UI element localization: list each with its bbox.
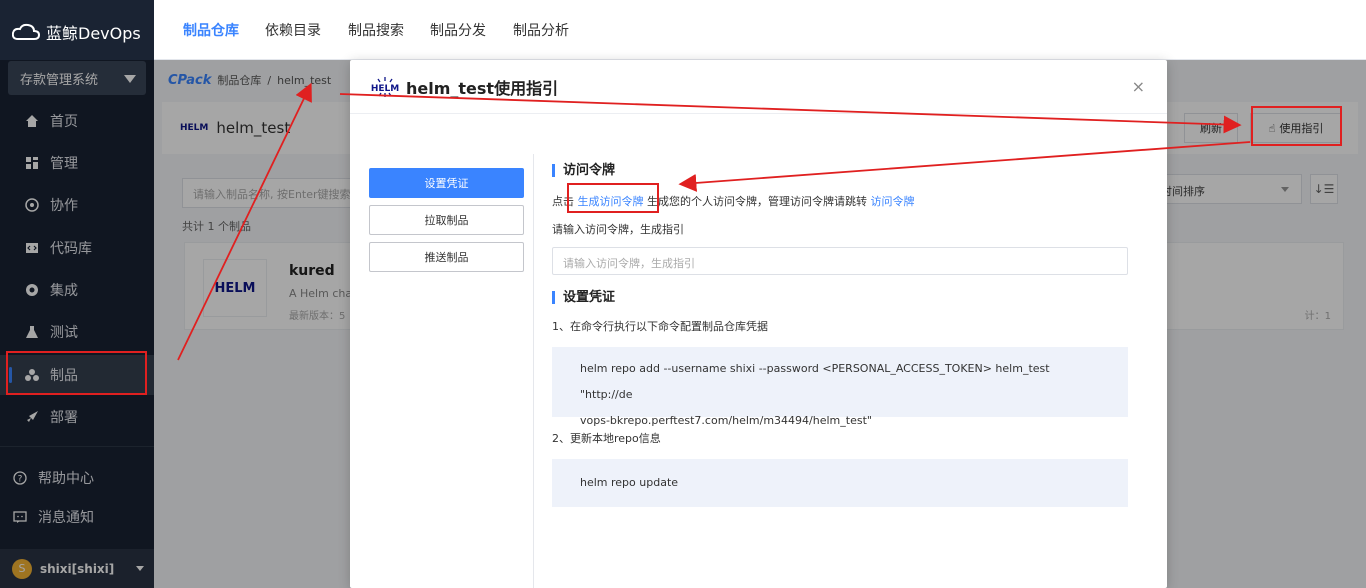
tab-distribute[interactable]: 制品分发 — [430, 0, 486, 60]
close-icon[interactable]: × — [1132, 77, 1145, 96]
tab-set-credential[interactable]: 设置凭证 — [369, 168, 524, 198]
dialog-header: HELM helm_test使用指引 — [350, 60, 1167, 114]
tab-analysis[interactable]: 制品分析 — [513, 0, 569, 60]
annotation-box-generate-token — [567, 183, 659, 213]
app-name: 蓝鲸DevOps — [46, 24, 141, 43]
token-hint: 请输入访问令牌，生成指引 — [552, 223, 684, 236]
credential-step-1: 1、在命令行执行以下命令配置制品仓库凭据 — [552, 320, 768, 333]
svg-text:HELM: HELM — [371, 84, 399, 94]
guide-tab-list: 设置凭证 拉取制品 推送制品 — [369, 168, 524, 279]
tab-search[interactable]: 制品搜索 — [348, 0, 404, 60]
annotation-box-artifact — [6, 351, 147, 395]
token-heading: 访问令牌 — [552, 164, 615, 177]
dialog-title: helm_test使用指引 — [406, 78, 559, 98]
credential-heading: 设置凭证 — [552, 291, 615, 304]
token-input[interactable]: 请输入访问令牌，生成指引 — [552, 247, 1128, 275]
access-token-link[interactable]: 访问令牌 — [871, 195, 915, 208]
tab-push-artifact[interactable]: 推送制品 — [369, 242, 524, 272]
annotation-box-guide — [1251, 106, 1342, 146]
dialog-divider — [533, 154, 534, 588]
helm-icon: HELM — [371, 76, 399, 97]
command-line: helm repo add --username shixi --passwor… — [580, 362, 1050, 401]
tab-deps[interactable]: 依赖目录 — [265, 0, 321, 60]
token-text-mid: 生成您的个人访问令牌，管理访问令牌请跳转 — [643, 195, 871, 208]
command-block-2[interactable]: helm repo update — [552, 459, 1128, 507]
cloud-logo-icon — [12, 23, 40, 40]
tab-repo[interactable]: 制品仓库 — [183, 0, 239, 60]
top-nav: 制品仓库 依赖目录 制品搜索 制品分发 制品分析 — [154, 0, 1366, 60]
credential-step-2: 2、更新本地repo信息 — [552, 432, 661, 445]
guide-dialog: HELM helm_test使用指引 × 设置凭证 拉取制品 推送制品 访问令牌… — [350, 60, 1167, 588]
command-block-1[interactable]: helm repo add --username shixi --passwor… — [552, 347, 1128, 427]
command-line: helm repo update — [580, 476, 679, 489]
app-logo[interactable]: 蓝鲸DevOps — [12, 20, 141, 44]
tab-pull-artifact[interactable]: 拉取制品 — [369, 205, 524, 235]
